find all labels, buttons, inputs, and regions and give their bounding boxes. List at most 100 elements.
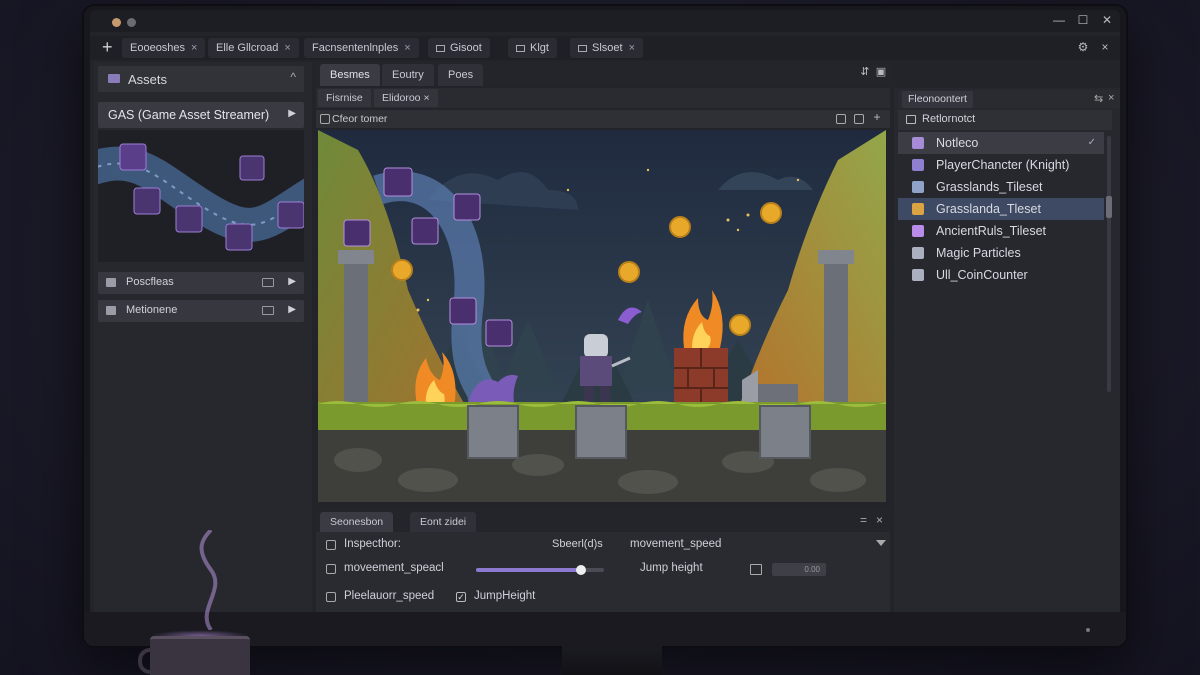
game-viewport[interactable] [318,130,886,502]
asset-icon [175,205,203,233]
property-icon [326,592,336,602]
tab-close-icon[interactable]: × [284,42,290,54]
jump-checkbox[interactable]: ✓ [456,592,466,602]
chevron-down-icon[interactable] [876,540,886,546]
stone-pillar [344,258,368,408]
list-item[interactable]: Magic Particles [898,242,1104,264]
close-button[interactable]: ✕ [1098,13,1116,27]
list-item[interactable]: Grasslands_Tileset [898,176,1104,198]
inspector-row: Inspecthor: Sbeerl(d)s movement_speed [316,534,890,556]
file-tab-strip: + Eooeoshes × Elle Gllcroad × Facnsentenln… [90,36,1120,60]
expand-arrow-icon[interactable]: ▶ [288,108,296,119]
file-tab[interactable]: Gisoot [428,38,490,58]
jump-height-input[interactable]: 0.00 [772,563,826,576]
assets-header[interactable]: Assets ^ [98,66,304,92]
collection-row[interactable]: Metionene ▶ [98,300,304,322]
minimize-button[interactable]: — [1050,13,1068,27]
badge-icon [262,278,274,287]
menu-icon[interactable]: = [860,513,867,527]
slider-handle[interactable] [575,565,586,575]
hierarchy-list: Notleco ✓ PlayerChancter (Knight) Grassla… [898,132,1104,286]
asset-icon [133,187,161,215]
folder-icon [912,203,924,215]
expand-arrow-icon[interactable]: ▶ [288,276,296,287]
asset-icon [119,143,147,171]
asset-icon [239,155,265,181]
tab-seonesbon[interactable]: Seonesbon [320,512,394,532]
window-dot-icon[interactable] [127,18,136,27]
property-select[interactable]: movement_speed [630,538,721,550]
subtab-elidoroo[interactable]: Elidoroo × [374,89,438,107]
stone-block [467,405,519,459]
asset-icon [225,223,253,251]
tab-label: Klgt [530,42,549,54]
file-tab[interactable]: Elle Gllcroad × [208,38,299,58]
assets-title: Assets [128,72,168,87]
app-window: — ☐ ✕ + Eooeoshes × Elle Gllcroad × Facnse… [90,10,1120,612]
swap-icon[interactable]: ⇆ [1094,92,1103,105]
tab-label: Elle Gllcroad [216,42,279,54]
asset-stream-visual [98,130,304,262]
item-label: PlayerChancter (Knight) [936,158,1070,172]
file-tab[interactable]: Slsoet × [570,38,644,58]
scrollbar[interactable] [1107,136,1111,392]
coffee-mug [150,636,250,675]
sub-tabs: Fisrnise Elidoroo × [316,88,890,108]
item-label: Grasslanda_Tleset [936,202,1041,216]
add-icon[interactable]: + [868,110,886,124]
file-tab[interactable]: Eooeoshes × [122,38,206,58]
gas-item[interactable]: GAS (Game Asset Streamer) ▶ [98,102,304,128]
asset-stream-graphic [98,143,304,251]
collapse-icon[interactable]: ^ [290,70,296,84]
settings-icon[interactable]: ⚙ [1074,40,1092,54]
close-icon[interactable]: × [876,513,883,527]
scroll-thumb[interactable] [1106,196,1112,218]
hierarchy-tab[interactable]: Fleonoontert [902,91,973,108]
link-icon[interactable] [750,564,762,575]
slider-fill [476,568,581,572]
tab-icon [578,44,587,52]
tab-besmes[interactable]: Besmes [320,64,380,86]
tab-eont-zidei[interactable]: Eont zidei [410,512,477,532]
tab-close-icon[interactable]: × [404,42,410,54]
close-icon[interactable]: × [1108,92,1114,104]
game-scene [318,130,886,502]
collection-row[interactable]: Poscfleas ▶ [98,272,304,294]
expand-arrow-icon[interactable]: ▶ [288,304,296,315]
grid-icon[interactable] [836,114,846,124]
list-item[interactable]: Grasslanda_Tleset [898,198,1104,220]
close-icon[interactable]: × [1096,40,1114,54]
new-tab-button[interactable]: + [102,36,113,58]
hierarchy-icon [906,115,916,124]
lock-icon[interactable] [854,114,864,124]
shield-icon [912,269,924,281]
list-item[interactable]: Notleco ✓ [898,132,1104,154]
window-dot-icon[interactable] [112,18,121,27]
tab-eoutry[interactable]: Eoutry [382,64,434,86]
subtab-close-icon[interactable]: × [423,92,429,104]
viewport-label: Cfeor tomer [332,113,388,125]
property-icon [326,564,336,574]
monitor: — ☐ ✕ + Eooeoshes × Elle Gllcroad × Facnse… [84,6,1126,646]
wand-icon [912,225,924,237]
viewport-icon [320,114,330,124]
inspector-tabs: Seonesbon Eont zidei = × [316,510,890,532]
subtab-fisrnise[interactable]: Fisrnise [318,89,371,107]
maximize-button[interactable]: ☐ [1074,13,1092,27]
list-item[interactable]: PlayerChancter (Knight) [898,154,1104,176]
file-tab[interactable]: Klgt [508,38,557,58]
item-label: Notleco [936,136,979,150]
subtab-label: Fisrnise [326,92,363,104]
inspector-label: Inspecthor: [344,538,401,550]
panel-icon[interactable]: ▣ [872,65,890,78]
property-label: moveement_speacl [344,562,444,574]
tab-poes[interactable]: Poes [438,64,484,86]
list-item[interactable]: AncientRuls_Tileset [898,220,1104,242]
tab-close-icon[interactable]: × [191,42,197,54]
coin [760,202,782,224]
list-item[interactable]: Ull_CoinCounter [898,264,1104,286]
file-tab[interactable]: Facnsentenlnples × [304,38,419,58]
tab-label: Eooeoshes [130,42,186,54]
tab-close-icon[interactable]: × [629,42,635,54]
speed-slider[interactable] [476,565,604,575]
